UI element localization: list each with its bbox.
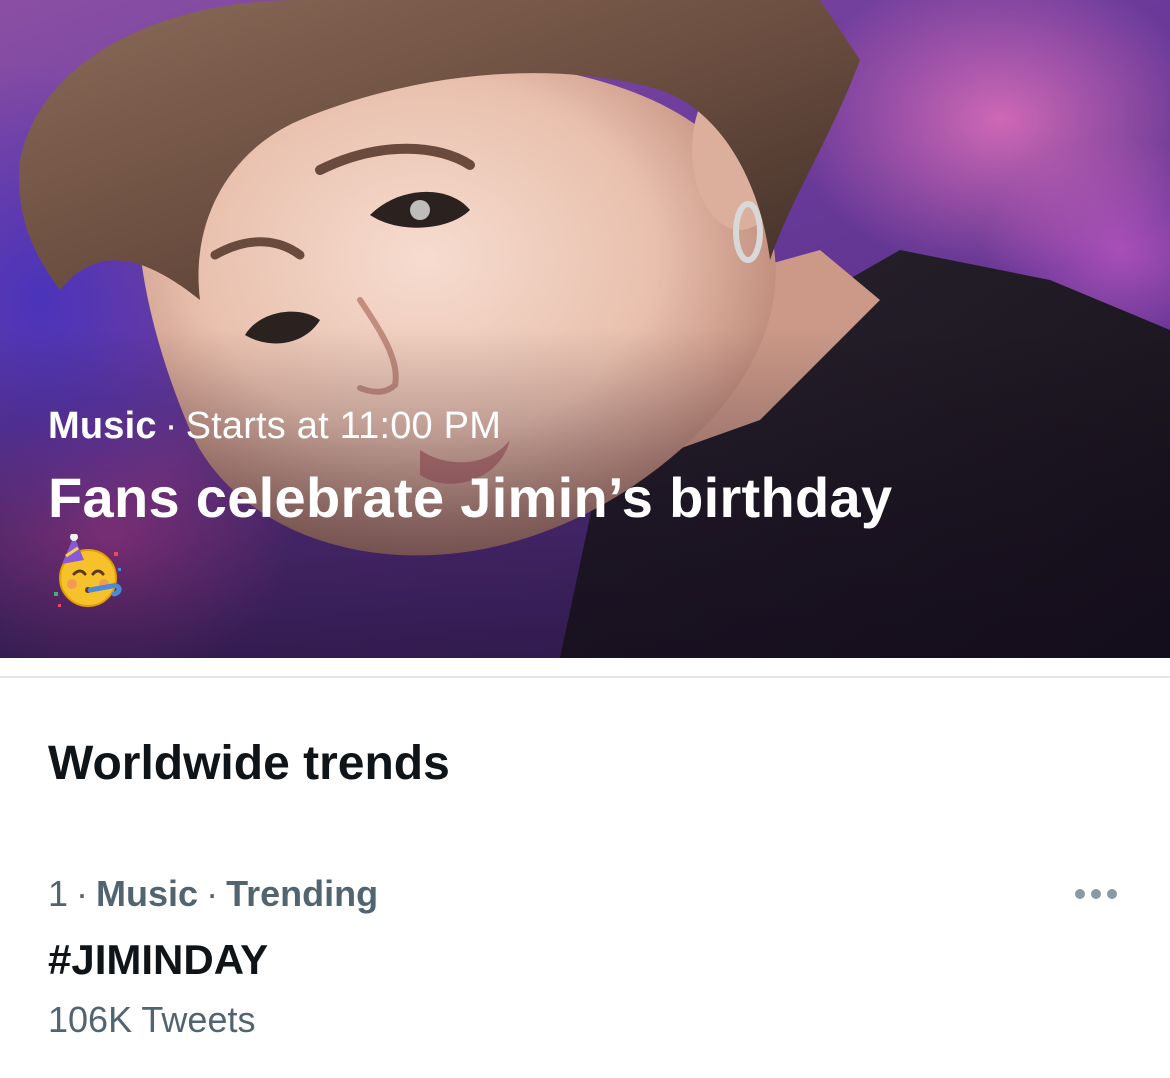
event-hero-banner[interactable]: Music · Starts at 11:00 PM Fans celebrate … [0,0,1170,658]
section-divider [0,676,1170,678]
trend-status: Trending [226,873,379,914]
hero-separator: · [164,405,178,447]
more-options-button[interactable] [1066,876,1126,912]
hero-start-time: Starts at 11:00 PM [185,405,502,447]
hero-title[interactable]: Fans celebrate Jimin’s birthday [48,466,1110,530]
partying-face-icon [48,533,128,614]
trend-separator: · [206,873,219,914]
trend-rank: 1 [48,873,69,914]
more-horizontal-icon [1075,889,1117,899]
hero-category: Music [48,405,157,447]
hero-text-block: Music · Starts at 11:00 PM Fans celebrate … [48,400,1110,614]
section-title: Worldwide trends [48,737,450,790]
trend-tweet-count: 106K Tweets [48,999,256,1040]
hero-meta-line: Music · Starts at 11:00 PM [48,400,1110,452]
trend-item[interactable]: 1 · Music · Trending #JIMINDAY 106K Tweets [0,860,1170,1060]
trend-meta-line: 1 · Music · Trending [48,870,378,918]
trend-name[interactable]: #JIMINDAY [48,934,268,986]
trend-separator: · [76,873,89,914]
trend-category: Music [96,873,199,914]
